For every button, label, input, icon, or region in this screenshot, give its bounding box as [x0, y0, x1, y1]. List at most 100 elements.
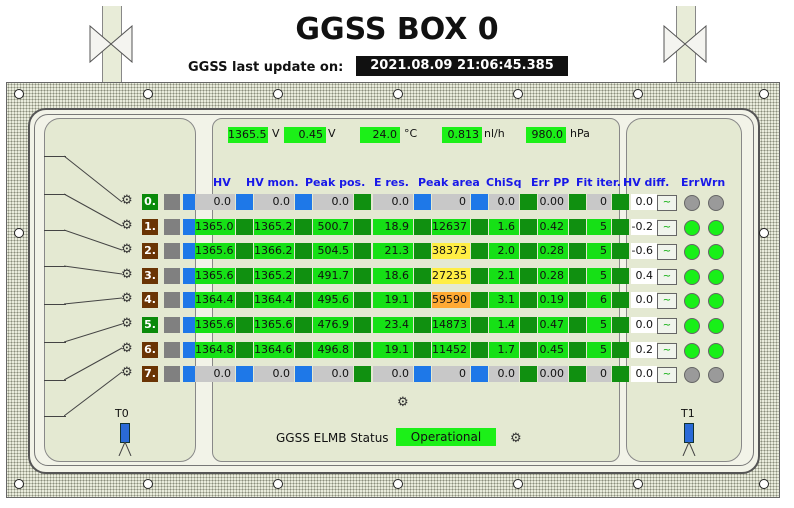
elmb-status-label: GGSS ELMB Status [276, 431, 389, 445]
status-square [354, 317, 371, 333]
cell-hvdiff: 0.4 [631, 268, 657, 284]
cell-chisq: 3.1 [489, 292, 519, 308]
right-valve-icon[interactable] [662, 22, 708, 66]
status-square [236, 243, 253, 259]
gear-icon[interactable]: ⚙ [121, 193, 133, 208]
status-square [520, 342, 537, 358]
cell-eres: 18.9 [373, 219, 413, 235]
gear-icon[interactable]: ⚙ [510, 431, 522, 446]
wire [44, 194, 66, 195]
channel-number[interactable]: 6. [142, 342, 158, 358]
err-led-icon [684, 195, 700, 211]
channel-number[interactable]: 0. [142, 194, 158, 210]
channel-number[interactable]: 4. [142, 292, 158, 308]
cell-fititer: 6 [587, 292, 611, 308]
err-led-icon [684, 244, 700, 260]
cell-hv: 1365.0 [195, 219, 235, 235]
cell-chisq: 1.6 [489, 219, 519, 235]
temperature-sensor-icon[interactable] [684, 423, 694, 443]
cell-peakpos: 476.9 [313, 317, 353, 333]
status-square [236, 342, 253, 358]
valve-indicator[interactable] [164, 366, 180, 382]
temperature-sensor-icon[interactable] [120, 423, 130, 443]
channel-number[interactable]: 1. [142, 219, 158, 235]
valve-indicator[interactable] [164, 219, 180, 235]
gear-icon[interactable]: ⚙ [121, 267, 133, 282]
cell-hvmon: 0.0 [254, 366, 294, 382]
trend-icon[interactable]: ~ [657, 318, 677, 334]
cell-errpp: 0.28 [538, 268, 568, 284]
status-square [471, 219, 488, 235]
cell-fititer: 5 [587, 268, 611, 284]
trend-icon[interactable]: ~ [657, 367, 677, 383]
elmb-status-value: Operational [396, 428, 496, 446]
gear-icon[interactable]: ⚙ [121, 365, 133, 380]
header-e-res: E res. [374, 176, 409, 189]
status-square [414, 317, 431, 333]
trend-icon[interactable]: ~ [657, 220, 677, 236]
trend-icon[interactable]: ~ [657, 195, 677, 211]
cell-hvdiff: 0.2 [631, 342, 657, 358]
err-led-icon [684, 269, 700, 285]
screw-icon [273, 89, 283, 99]
status-square [471, 292, 488, 308]
cell-errpp: 0.00 [538, 194, 568, 210]
status-square [295, 268, 312, 284]
gear-icon[interactable]: ⚙ [397, 395, 409, 410]
trend-icon[interactable]: ~ [657, 244, 677, 260]
cell-fititer: 5 [587, 342, 611, 358]
screw-icon [513, 479, 523, 489]
gear-icon[interactable]: ⚙ [121, 291, 133, 306]
status-square [183, 292, 195, 308]
cell-eres: 0.0 [373, 366, 413, 382]
valve-indicator[interactable] [164, 292, 180, 308]
cell-fititer: 5 [587, 219, 611, 235]
status-square [471, 243, 488, 259]
cell-hvdiff: -0.6 [631, 243, 657, 259]
cell-peakarea: 0 [432, 194, 470, 210]
wire [44, 380, 66, 381]
status-square [569, 292, 586, 308]
channel-number[interactable]: 2. [142, 243, 158, 259]
channel-number[interactable]: 7. [142, 366, 158, 382]
cell-peakarea: 11452 [432, 342, 470, 358]
trend-icon[interactable]: ~ [657, 293, 677, 309]
status-square [520, 317, 537, 333]
header-peak-pos: Peak pos. [305, 176, 366, 189]
err-led-icon [684, 367, 700, 383]
update-label: GGSS last update on: [188, 60, 344, 75]
trend-icon[interactable]: ~ [657, 269, 677, 285]
cell-hvmon: 1364.6 [254, 342, 294, 358]
status-square [414, 243, 431, 259]
gear-icon[interactable]: ⚙ [121, 218, 133, 233]
gear-icon[interactable]: ⚙ [121, 242, 133, 257]
left-valve-icon[interactable] [88, 22, 134, 66]
valve-indicator[interactable] [164, 342, 180, 358]
valve-indicator[interactable] [164, 317, 180, 333]
cell-peakarea: 59590 [432, 292, 470, 308]
trend-icon[interactable]: ~ [657, 343, 677, 359]
wire [44, 230, 66, 231]
cell-chisq: 2.1 [489, 268, 519, 284]
cell-peakarea: 38373 [432, 243, 470, 259]
gear-icon[interactable]: ⚙ [121, 341, 133, 356]
screw-icon [14, 228, 24, 238]
screw-icon [273, 479, 283, 489]
cell-fititer: 5 [587, 243, 611, 259]
gear-icon[interactable]: ⚙ [121, 316, 133, 331]
err-led-icon [684, 343, 700, 359]
valve-indicator[interactable] [164, 194, 180, 210]
valve-indicator[interactable] [164, 243, 180, 259]
status-square [612, 194, 629, 210]
gauge-value: 1365.5 [228, 127, 268, 143]
err-led-icon [684, 318, 700, 334]
cell-hvdiff: -0.2 [631, 219, 657, 235]
channel-number[interactable]: 3. [142, 268, 158, 284]
channel-number[interactable]: 5. [142, 317, 158, 333]
status-square [236, 366, 253, 382]
valve-indicator[interactable] [164, 268, 180, 284]
status-square [414, 292, 431, 308]
status-square [236, 317, 253, 333]
status-square [569, 219, 586, 235]
status-square [612, 366, 629, 382]
